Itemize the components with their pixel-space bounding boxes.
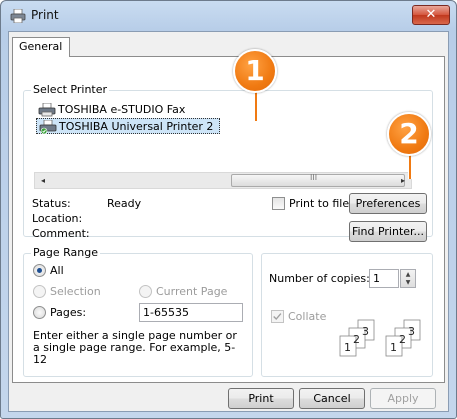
printer-list[interactable]: TOSHIBA e-STUDIO Fax TOSHIBA Universal P… bbox=[34, 102, 408, 178]
selection-radio[interactable] bbox=[33, 285, 46, 298]
spin-up-icon[interactable]: ▲ bbox=[401, 271, 415, 279]
window-title: Print bbox=[31, 8, 59, 22]
collate-digit: 3 bbox=[362, 325, 369, 338]
fax-printer-icon bbox=[38, 103, 56, 117]
collate-digit: 1 bbox=[344, 341, 351, 354]
tab-general[interactable]: General bbox=[12, 37, 71, 57]
callout-2-badge: 2 bbox=[387, 112, 431, 156]
print-to-file-checkbox[interactable] bbox=[272, 197, 285, 210]
location-label: Location: bbox=[32, 212, 83, 225]
preferences-button[interactable]: Preferences bbox=[349, 193, 427, 214]
collate-digit: 2 bbox=[353, 333, 360, 346]
apply-button: Apply bbox=[370, 388, 436, 409]
pages-radio[interactable] bbox=[33, 306, 46, 319]
copies-input[interactable]: 1 bbox=[369, 269, 399, 288]
title-bar[interactable]: Print ✕ bbox=[1, 1, 456, 31]
collate-checkbox[interactable] bbox=[271, 310, 284, 323]
copies-group: Number of copies: 1 ▲ ▼ Collate 1 2 3 1 … bbox=[261, 253, 433, 377]
collate-digit: 1 bbox=[390, 341, 397, 354]
comment-label: Comment: bbox=[32, 227, 90, 240]
printer-item-universal[interactable]: TOSHIBA Universal Printer 2 bbox=[36, 118, 221, 134]
printer-item-fax[interactable]: TOSHIBA e-STUDIO Fax bbox=[36, 102, 185, 118]
printer-list-scrollbar[interactable]: ◂ III ▸ bbox=[34, 172, 412, 189]
status-label: Status: bbox=[32, 197, 71, 210]
grip-icon: III bbox=[310, 173, 318, 182]
printer-name: TOSHIBA e-STUDIO Fax bbox=[58, 103, 186, 116]
select-printer-label: Select Printer bbox=[31, 83, 110, 96]
page-range-hint: Enter either a single page number or a s… bbox=[33, 329, 237, 366]
check-icon bbox=[273, 313, 282, 321]
current-page-label[interactable]: Current Page bbox=[156, 285, 227, 298]
callout-1-badge: 1 bbox=[233, 49, 277, 93]
dialog-body: General Select Printer TOSHIBA e-STUDIO … bbox=[8, 31, 449, 412]
close-icon: ✕ bbox=[425, 7, 437, 22]
collate-label[interactable]: Collate bbox=[288, 310, 326, 323]
scrollbar-thumb[interactable]: III bbox=[231, 173, 405, 187]
collate-digit: 2 bbox=[399, 333, 406, 346]
all-radio[interactable] bbox=[33, 264, 46, 277]
collate-pages-icon: 1 2 3 1 2 3 bbox=[339, 319, 421, 357]
page-range-group: Page Range All Selection Current Page Pa… bbox=[23, 246, 253, 377]
pages-input[interactable]: 1-65535 bbox=[139, 303, 243, 322]
general-panel: Select Printer TOSHIBA e-STUDIO Fax TOSH… bbox=[12, 56, 445, 383]
status-value: Ready bbox=[107, 197, 142, 210]
current-page-radio[interactable] bbox=[139, 285, 152, 298]
all-label[interactable]: All bbox=[50, 264, 64, 277]
printer-name: TOSHIBA Universal Printer 2 bbox=[59, 120, 214, 133]
pages-label[interactable]: Pages: bbox=[50, 306, 86, 319]
page-range-label: Page Range bbox=[31, 246, 100, 259]
spin-down-icon[interactable]: ▼ bbox=[401, 279, 415, 287]
print-to-file-label[interactable]: Print to file bbox=[289, 197, 349, 210]
copies-spinner[interactable]: ▲ ▼ bbox=[400, 269, 416, 288]
select-printer-group: Select Printer TOSHIBA e-STUDIO Fax TOSH… bbox=[23, 83, 433, 242]
scroll-left-icon[interactable]: ◂ bbox=[35, 173, 51, 188]
print-dialog: Print ✕ General Select Printer TOSHIBA e… bbox=[0, 0, 457, 419]
cancel-button[interactable]: Cancel bbox=[299, 388, 365, 409]
close-button[interactable]: ✕ bbox=[412, 5, 450, 25]
find-printer-button[interactable]: Find Printer... bbox=[349, 221, 427, 242]
printer-icon bbox=[10, 9, 26, 23]
default-printer-icon bbox=[39, 120, 57, 134]
collate-digit: 3 bbox=[408, 325, 415, 338]
print-button[interactable]: Print bbox=[228, 388, 294, 409]
copies-label: Number of copies: bbox=[269, 272, 370, 285]
selection-label[interactable]: Selection bbox=[50, 285, 101, 298]
